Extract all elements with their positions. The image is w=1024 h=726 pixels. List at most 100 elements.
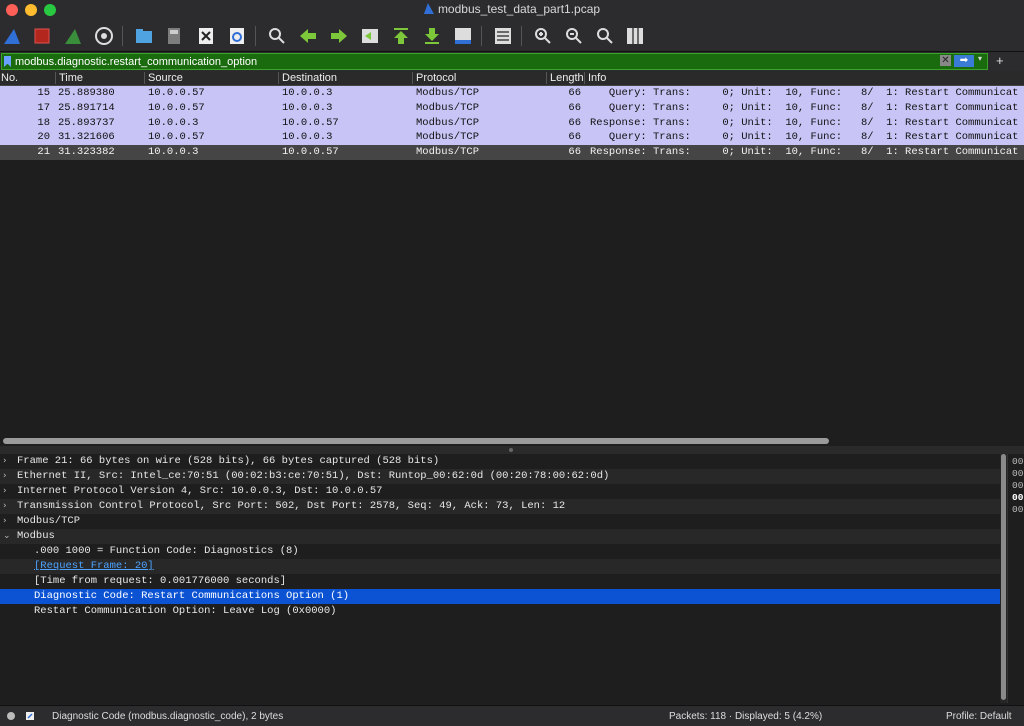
expand-arrow-icon[interactable]: ›: [3, 514, 7, 529]
expand-arrow-icon[interactable]: ›: [3, 499, 7, 514]
apply-filter-button[interactable]: ➡: [954, 55, 974, 67]
packet-destination: 10.0.0.3: [282, 101, 333, 114]
zoom-out-icon[interactable]: [562, 24, 586, 48]
packet-list-horizontal-scrollbar[interactable]: [3, 438, 829, 444]
packet-list-header: No. Time Source Destination Protocol Len…: [0, 71, 1024, 86]
tree-item-restart-communication-option[interactable]: Restart Communication Option: Leave Log …: [0, 604, 1000, 619]
capture-comment-icon[interactable]: [25, 711, 35, 721]
tree-item-request-frame-link[interactable]: [Request Frame: 20]: [0, 559, 1000, 574]
close-file-icon[interactable]: [194, 24, 218, 48]
go-forward-icon[interactable]: [327, 24, 351, 48]
packet-row[interactable]: 17 25.891714 10.0.0.57 10.0.0.3 Modbus/T…: [0, 100, 1024, 116]
packet-protocol: Modbus/TCP: [416, 87, 480, 99]
packet-length: 66: [568, 146, 581, 159]
packet-destination: 10.0.0.57: [282, 116, 339, 129]
pane-splitter[interactable]: [0, 446, 1024, 454]
bookmark-icon[interactable]: [4, 56, 11, 67]
column-header-length[interactable]: Length: [546, 72, 584, 84]
tree-item-ipv4[interactable]: › Internet Protocol Version 4, Src: 10.0.…: [0, 484, 1000, 499]
normal-size-icon[interactable]: [593, 24, 617, 48]
packet-length: 66: [568, 101, 581, 114]
tree-item-modbus-tcp[interactable]: › Modbus/TCP: [0, 514, 1000, 529]
collapse-arrow-icon[interactable]: ⌄: [3, 529, 11, 544]
packet-no: 21: [37, 146, 50, 159]
packet-row[interactable]: 15 25.889380 10.0.0.57 10.0.0.3 Modbus/T…: [0, 86, 1024, 101]
packet-row[interactable]: 20 31.321606 10.0.0.57 10.0.0.3 Modbus/T…: [0, 130, 1024, 146]
go-last-icon[interactable]: [420, 24, 444, 48]
display-filter-input[interactable]: [15, 54, 935, 69]
bytes-line: 00: [1012, 480, 1024, 491]
start-capture-icon[interactable]: [0, 24, 24, 48]
status-packet-counts: Packets: 118 · Displayed: 5 (4.2%): [669, 711, 823, 722]
packet-info: Response: Trans: 0; Unit: 10, Func: 8/ 1…: [590, 116, 1019, 129]
packet-time: 25.891714: [58, 101, 115, 114]
column-header-source[interactable]: Source: [144, 72, 183, 84]
colorize-icon[interactable]: [491, 24, 515, 48]
packet-length: 66: [568, 116, 581, 129]
autoscroll-icon[interactable]: [451, 24, 475, 48]
packet-destination: 10.0.0.3: [282, 87, 333, 99]
column-header-destination[interactable]: Destination: [278, 72, 337, 84]
main-toolbar: [0, 22, 1024, 50]
status-bar: Diagnostic Code (modbus.diagnostic_code)…: [0, 705, 1024, 726]
bytes-line: 00: [1012, 468, 1024, 479]
packet-details-tree: › Frame 21: 66 bytes on wire (528 bits), …: [0, 454, 1000, 703]
packet-list: No. Time Source Destination Protocol Len…: [0, 71, 1024, 436]
status-field-info: Diagnostic Code (modbus.diagnostic_code)…: [52, 711, 284, 722]
bytes-line: 00: [1012, 456, 1024, 467]
column-header-protocol[interactable]: Protocol: [412, 72, 456, 84]
packet-no: 20: [37, 131, 50, 144]
bytes-line: 00: [1012, 492, 1024, 503]
tree-item-diagnostic-code-selected[interactable]: Diagnostic Code: Restart Communications …: [0, 589, 1000, 604]
zoom-in-icon[interactable]: [531, 24, 555, 48]
go-to-packet-icon[interactable]: [358, 24, 382, 48]
packet-no: 18: [37, 116, 50, 129]
packet-info: Response: Trans: 0; Unit: 10, Func: 8/ 1…: [590, 146, 1019, 159]
tree-item-ethernet[interactable]: › Ethernet II, Src: Intel_ce:70:51 (00:02…: [0, 469, 1000, 484]
find-packet-icon[interactable]: [265, 24, 289, 48]
save-file-icon[interactable]: [162, 24, 186, 48]
go-back-icon[interactable]: [296, 24, 320, 48]
tree-item-time-from-request[interactable]: [Time from request: 0.001776000 seconds]: [0, 574, 1000, 589]
resize-columns-icon[interactable]: [623, 24, 647, 48]
restart-capture-icon[interactable]: [61, 24, 85, 48]
tree-item-frame[interactable]: › Frame 21: 66 bytes on wire (528 bits), …: [0, 454, 1000, 469]
reload-file-icon[interactable]: [225, 24, 249, 48]
packet-info: Query: Trans: 0; Unit: 10, Func: 8/ 1: R…: [590, 101, 1019, 114]
capture-options-icon[interactable]: [92, 24, 116, 48]
wireshark-fin-icon: [423, 3, 434, 14]
column-header-time[interactable]: Time: [55, 72, 83, 84]
open-file-icon[interactable]: [132, 24, 156, 48]
expert-info-icon[interactable]: [6, 711, 16, 721]
tree-item-tcp[interactable]: › Transmission Control Protocol, Src Port…: [0, 499, 1000, 514]
add-filter-button[interactable]: +: [996, 52, 1004, 70]
bytes-line: 00: [1012, 504, 1024, 515]
go-first-icon[interactable]: [389, 24, 413, 48]
packet-no: 15: [37, 87, 50, 99]
packet-no: 17: [37, 101, 50, 114]
column-header-info[interactable]: Info: [584, 72, 606, 84]
packet-destination: 10.0.0.57: [282, 146, 339, 159]
details-vertical-scrollbar[interactable]: [1000, 454, 1007, 703]
packet-row[interactable]: 18 25.893737 10.0.0.3 10.0.0.57 Modbus/T…: [0, 115, 1024, 131]
status-profile[interactable]: Profile: Default: [946, 711, 1012, 722]
packet-time: 31.321606: [58, 131, 115, 144]
packet-protocol: Modbus/TCP: [416, 131, 480, 144]
tree-item-function-code[interactable]: .000 1000 = Function Code: Diagnostics (…: [0, 544, 1000, 559]
packet-length: 66: [568, 87, 581, 99]
display-filter-field: ✕ ➡ ▾: [1, 53, 988, 70]
column-header-no[interactable]: No.: [0, 72, 18, 84]
tree-item-modbus[interactable]: ⌄ Modbus: [0, 529, 1000, 544]
packet-bytes-pane: 00 00 00 00 00: [1007, 454, 1024, 703]
packet-time: 25.893737: [58, 116, 115, 129]
expand-arrow-icon[interactable]: ›: [3, 484, 7, 499]
expand-arrow-icon[interactable]: ›: [3, 454, 7, 469]
recent-filters-dropdown[interactable]: ▾: [978, 54, 982, 63]
clear-filter-button[interactable]: ✕: [940, 55, 951, 66]
packet-protocol: Modbus/TCP: [416, 146, 480, 159]
expand-arrow-icon[interactable]: ›: [3, 469, 7, 484]
packet-info: Query: Trans: 0; Unit: 10, Func: 8/ 1: R…: [590, 131, 1019, 144]
packet-row-selected[interactable]: 21 31.323382 10.0.0.3 10.0.0.57 Modbus/T…: [0, 145, 1024, 160]
stop-capture-icon[interactable]: [30, 24, 54, 48]
packet-source: 10.0.0.57: [148, 131, 205, 144]
